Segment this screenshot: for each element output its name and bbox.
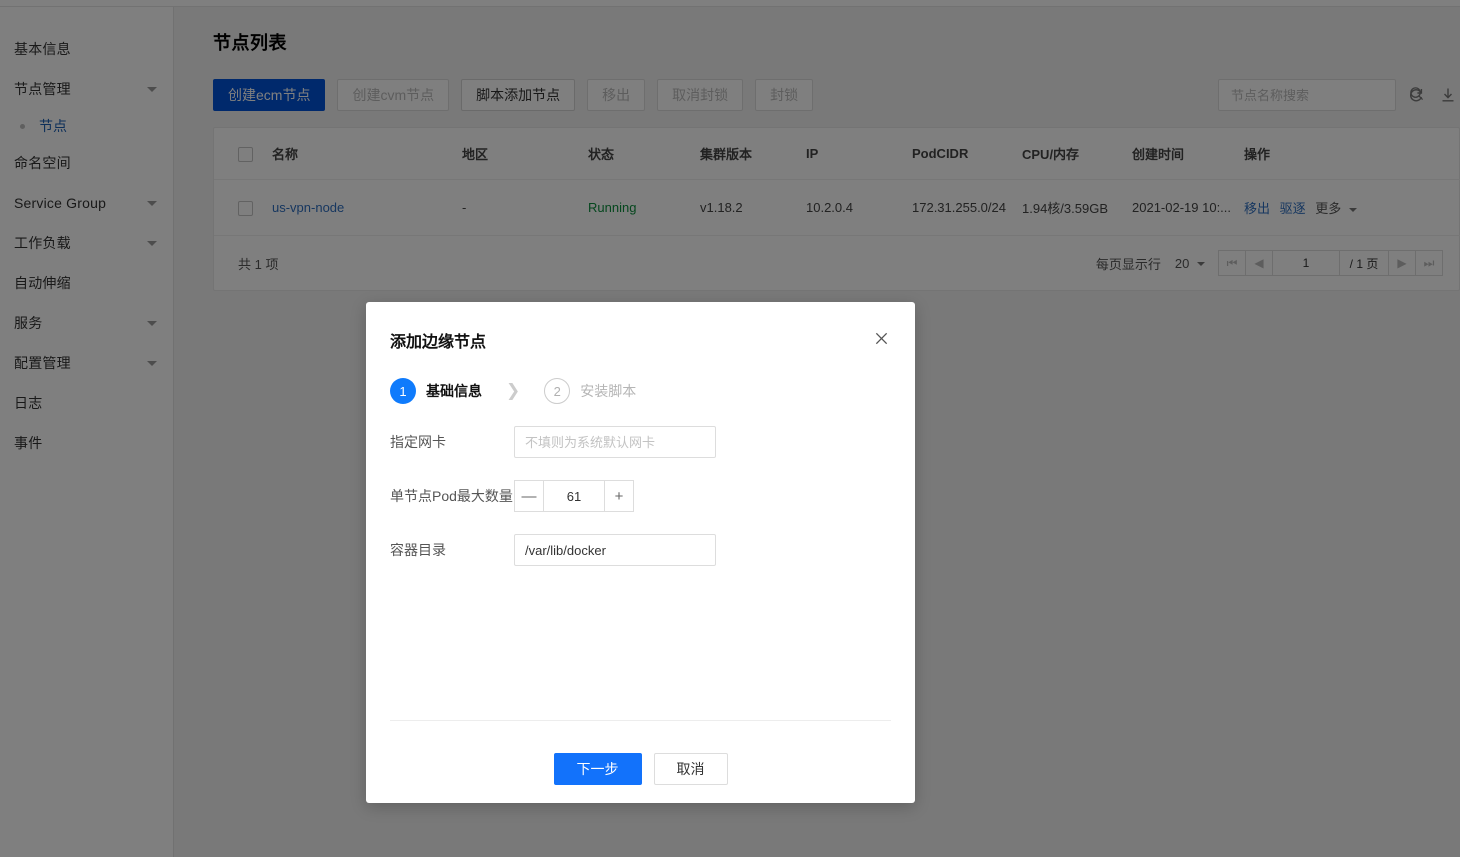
modal-footer: 下一步 取消: [366, 753, 915, 785]
next-step-button[interactable]: 下一步: [553, 753, 642, 785]
stepper-decrement-button[interactable]: —: [514, 480, 544, 512]
nic-label: 指定网卡: [390, 434, 446, 450]
chevron-right-icon: ❯: [506, 381, 521, 400]
step-install-script[interactable]: 2 安装脚本: [544, 378, 636, 404]
container-dir-label: 容器目录: [390, 542, 446, 558]
step-number: 2: [544, 378, 571, 404]
form-row-nic: 指定网卡: [390, 426, 891, 458]
modal-divider: [390, 720, 891, 721]
modal-steps: 1 基础信息 ❯ 2 安装脚本: [366, 352, 915, 404]
stepper-value[interactable]: 61: [544, 480, 604, 512]
modal-header: 添加边缘节点: [366, 302, 915, 352]
container-dir-input[interactable]: [514, 534, 716, 566]
modal-form: 指定网卡 单节点Pod最大数量 — 61 + 容器目录: [366, 404, 915, 566]
step-number: 1: [390, 378, 416, 404]
modal-title: 添加边缘节点: [390, 334, 487, 351]
add-edge-node-modal: 添加边缘节点 1 基础信息 ❯ 2 安装脚本 指定网卡 不填则为系统默认网卡 单…: [366, 302, 915, 803]
nic-input[interactable]: [514, 426, 716, 458]
close-icon[interactable]: [871, 328, 891, 348]
max-pods-stepper: — 61 +: [514, 480, 634, 512]
max-pods-label: 单节点Pod最大数量: [390, 488, 513, 504]
form-row-max-pods: 单节点Pod最大数量 — 61 +: [390, 480, 891, 512]
step-basic-info[interactable]: 1 基础信息: [390, 378, 482, 404]
step-label: 安装脚本: [580, 383, 637, 399]
app-root: 基本信息 节点管理 节点 命名空间 Service Group 工作负载 自动伸…: [0, 0, 1460, 857]
stepper-increment-button[interactable]: +: [604, 480, 634, 512]
form-row-container-dir: 容器目录: [390, 534, 891, 566]
step-label: 基础信息: [426, 383, 482, 399]
cancel-button[interactable]: 取消: [653, 753, 728, 785]
